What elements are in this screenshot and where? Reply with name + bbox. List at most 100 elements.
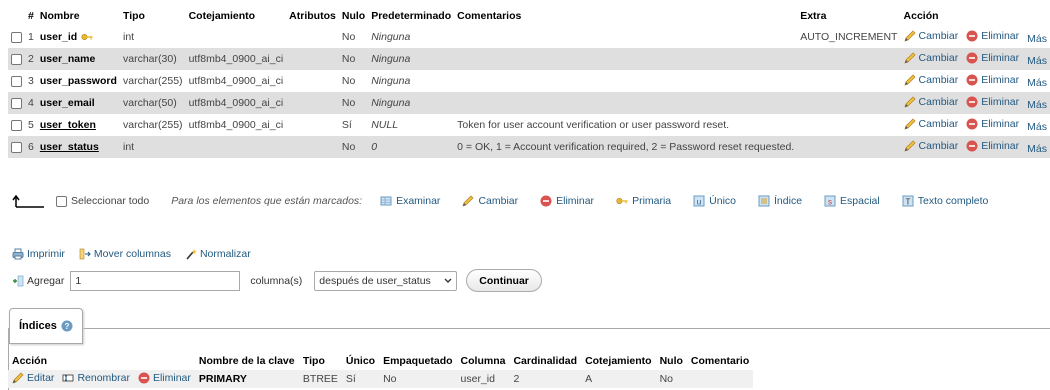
- spatial-button[interactable]: s Espacial: [824, 195, 880, 207]
- move-columns-link[interactable]: Mover columnas: [79, 248, 171, 260]
- row-checkbox[interactable]: [11, 97, 22, 109]
- fulltext-button[interactable]: T Texto completo: [902, 195, 988, 207]
- change-column-button[interactable]: Cambiar: [904, 95, 959, 108]
- field-name[interactable]: user_email: [40, 97, 95, 109]
- add-columns-form: Agregar columna(s) después de user_statu…: [12, 269, 542, 292]
- field-extra: [797, 136, 901, 158]
- unique-label: Único: [709, 195, 737, 207]
- change-column-button[interactable]: Cambiar: [904, 30, 958, 42]
- field-default: Ninguna: [368, 92, 455, 114]
- browse-button[interactable]: Examinar: [380, 195, 440, 207]
- primary-key-icon: [81, 32, 93, 42]
- more-menu[interactable]: Más: [1027, 33, 1047, 45]
- field-name[interactable]: user_password: [40, 75, 117, 87]
- drop-column-button[interactable]: Eliminar: [966, 140, 1019, 152]
- pencil-icon: [904, 96, 916, 108]
- col-header-attributes: Atributos: [286, 6, 339, 26]
- col-header-name[interactable]: Nombre: [36, 6, 120, 26]
- svg-text:?: ?: [64, 322, 69, 331]
- field-name[interactable]: user_status: [40, 141, 99, 153]
- more-menu[interactable]: Más: [1027, 99, 1047, 111]
- print-link[interactable]: Imprimir: [12, 248, 65, 260]
- drop-column-button[interactable]: Eliminar: [966, 74, 1019, 86]
- idx-header-unique: Único: [345, 355, 376, 367]
- change-label: Cambiar: [918, 95, 959, 108]
- field-type: int: [120, 26, 186, 48]
- unique-button[interactable]: u Único: [693, 195, 736, 207]
- more-menu[interactable]: Más: [1027, 55, 1047, 67]
- more-menu[interactable]: Más: [1027, 121, 1047, 133]
- field-type: int: [120, 136, 186, 158]
- field-null: No: [338, 48, 369, 70]
- change-column-button[interactable]: Cambiar: [904, 74, 958, 86]
- primary-button[interactable]: Primaria: [616, 195, 671, 207]
- idx-rename-button[interactable]: Renombrar: [62, 372, 130, 384]
- row-checkbox[interactable]: [11, 119, 22, 131]
- field-null: No: [338, 70, 369, 92]
- col-header-extra: Extra: [797, 6, 901, 26]
- indexes-legend[interactable]: Índices?: [9, 308, 83, 344]
- field-name-cell: user_id: [36, 26, 120, 48]
- help-icon[interactable]: ?: [61, 320, 73, 332]
- idx-drop-cell: Eliminar: [133, 370, 195, 388]
- drop-column-button[interactable]: Eliminar: [966, 30, 1019, 42]
- drop-label: Eliminar: [981, 117, 1020, 130]
- field-attributes: [286, 136, 339, 158]
- field-comment: [454, 92, 798, 114]
- field-default: Ninguna: [368, 48, 455, 70]
- column-row: 3 user_password varchar(255) utf8mb4_0900_a…: [8, 70, 1050, 92]
- fulltext-icon: T: [902, 195, 914, 207]
- idx-edit-label: Editar: [27, 371, 55, 384]
- field-type: varchar(50): [120, 92, 186, 114]
- primary-label: Primaria: [632, 195, 672, 207]
- field-type: varchar(255): [120, 114, 186, 136]
- field-name[interactable]: user_token: [40, 119, 96, 131]
- change-button[interactable]: Cambiar: [462, 195, 518, 207]
- change-column-button[interactable]: Cambiar: [904, 52, 958, 64]
- select-all-checkbox[interactable]: [56, 195, 67, 207]
- select-all[interactable]: Seleccionar todo: [56, 195, 149, 207]
- drop-icon: [966, 52, 978, 64]
- drop-label: Eliminar: [981, 73, 1020, 86]
- field-comment: 0 = OK, 1 = Account verification require…: [454, 136, 798, 158]
- col-header-type: Tipo: [120, 6, 186, 26]
- row-checkbox[interactable]: [11, 31, 22, 43]
- browse-label: Examinar: [396, 195, 441, 207]
- field-name[interactable]: user_id: [40, 31, 77, 43]
- idx-drop-button[interactable]: Eliminar: [138, 372, 191, 384]
- field-extra: [797, 48, 901, 70]
- normalize-link[interactable]: Normalizar: [185, 248, 251, 260]
- drop-column-button[interactable]: Eliminar: [966, 52, 1019, 64]
- change-column-button[interactable]: Cambiar: [904, 140, 958, 152]
- row-checkbox[interactable]: [11, 141, 22, 153]
- row-number: 2: [25, 48, 37, 70]
- idx-header-packed: Empaquetado: [383, 355, 453, 367]
- column-row: 4 user_email varchar(50) utf8mb4_0900_ai_ci…: [8, 92, 1050, 114]
- row-checkbox[interactable]: [11, 75, 22, 87]
- idx-header-action: Acción: [12, 355, 48, 367]
- column-count-input[interactable]: [70, 270, 241, 291]
- drop-column-button[interactable]: Eliminar: [966, 118, 1019, 130]
- idx-drop-label: Eliminar: [152, 371, 191, 384]
- index-button[interactable]: Índice: [758, 195, 802, 207]
- row-checkbox[interactable]: [11, 53, 22, 65]
- change-column-button[interactable]: Cambiar: [904, 117, 959, 130]
- column-position-select[interactable]: después de user_status: [314, 270, 458, 291]
- field-attributes: [286, 48, 339, 70]
- more-menu[interactable]: Más: [1027, 143, 1047, 155]
- row-actions: Cambiar Eliminar Más: [900, 48, 1050, 70]
- row-actions: Cambiar Eliminar Más: [900, 114, 1050, 136]
- row-actions: Cambiar Eliminar Más: [900, 70, 1050, 92]
- idx-edit-button[interactable]: Editar: [12, 372, 54, 384]
- drop-button[interactable]: Eliminar: [540, 195, 594, 207]
- field-name[interactable]: user_name: [40, 53, 95, 65]
- idx-comment: [686, 370, 754, 388]
- drop-column-button[interactable]: Eliminar: [966, 96, 1019, 108]
- key-icon: [616, 195, 628, 207]
- change-label: Cambiar: [918, 117, 959, 130]
- more-menu[interactable]: Más: [1027, 77, 1047, 89]
- drop-icon: [540, 195, 552, 207]
- continue-button[interactable]: Continuar: [466, 269, 542, 292]
- drop-label: Eliminar: [981, 139, 1020, 152]
- field-comment: [454, 26, 798, 48]
